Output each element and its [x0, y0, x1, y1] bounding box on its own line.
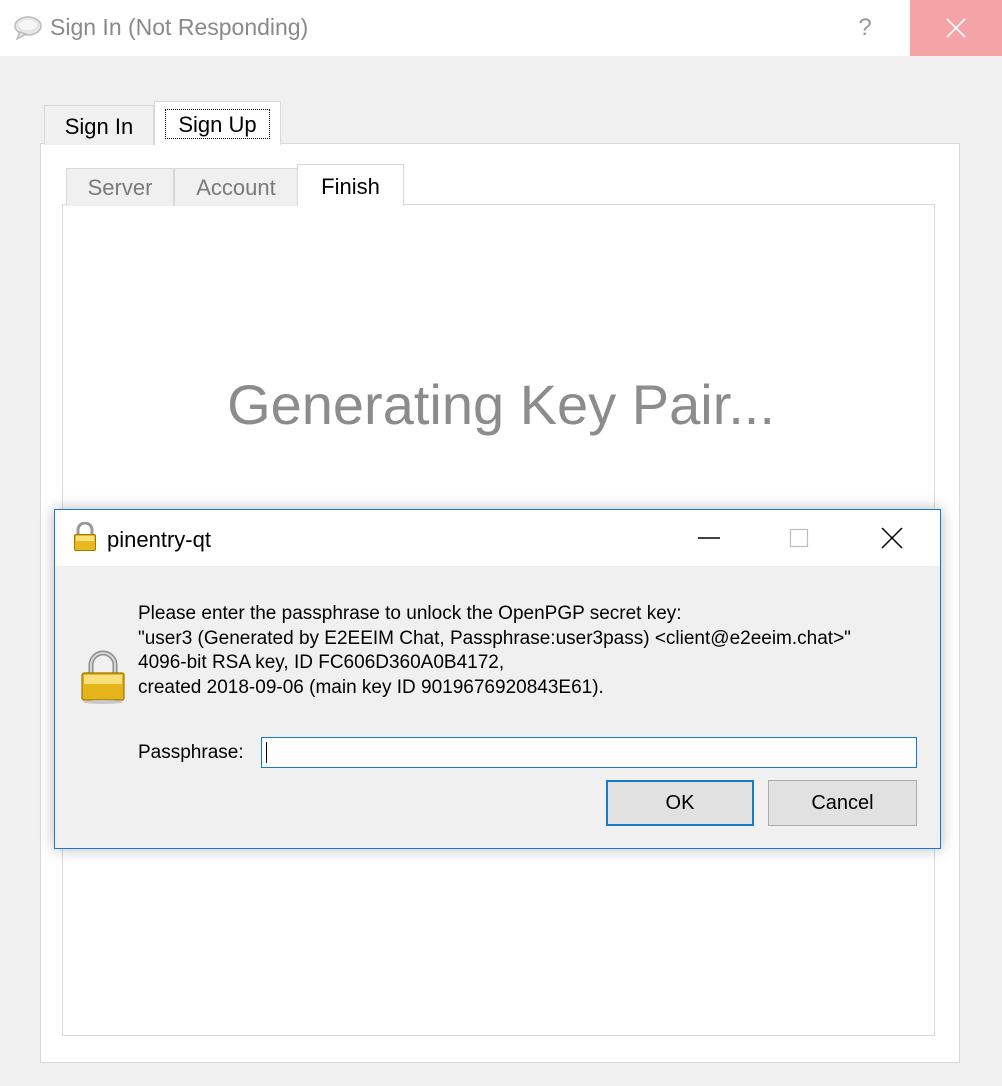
passphrase-input[interactable]	[261, 737, 917, 768]
close-icon	[946, 18, 966, 38]
passphrase-prompt-message: Please enter the passphrase to unlock th…	[138, 602, 851, 700]
tab-account[interactable]: Account	[174, 168, 298, 206]
ok-button[interactable]: OK	[606, 780, 754, 826]
help-button[interactable]: ?	[840, 0, 890, 56]
message-line: created 2018-09-06 (main key ID 90196769…	[138, 676, 604, 698]
dialog-title: pinentry-qt	[107, 527, 211, 552]
window-titlebar: Sign In (Not Responding) ?	[0, 0, 1002, 56]
generating-status-text: Generating Key Pair...	[227, 373, 775, 436]
close-icon	[881, 527, 903, 549]
chat-bubble-icon	[14, 16, 44, 41]
message-line: Please enter the passphrase to unlock th…	[138, 603, 682, 624]
tab-sign-in[interactable]: Sign In	[44, 105, 154, 145]
pinentry-dialog: pinentry-qt Please enter the passphrase …	[54, 509, 941, 849]
tab-sign-in-label: Sign In	[64, 114, 134, 139]
tab-server[interactable]: Server	[66, 168, 174, 206]
minimize-icon	[698, 537, 720, 539]
message-line: 4096-bit RSA key, ID FC606D360A0B4172,	[138, 652, 505, 673]
tab-finish[interactable]: Finish	[297, 164, 404, 206]
window-title: Sign In (Not Responding)	[50, 14, 309, 40]
maximize-button[interactable]	[759, 510, 839, 566]
tab-sign-up-label: Sign Up	[178, 112, 257, 137]
tab-sign-up[interactable]: Sign Up	[154, 101, 281, 145]
cancel-button[interactable]: Cancel	[768, 780, 917, 826]
minimize-button[interactable]	[669, 510, 749, 566]
dialog-titlebar: pinentry-qt	[55, 510, 940, 566]
passphrase-label: Passphrase:	[138, 742, 244, 763]
lock-icon	[73, 521, 97, 557]
message-line: "user3 (Generated by E2EEIM Chat, Passph…	[138, 627, 851, 649]
maximize-icon	[789, 528, 809, 548]
padlock-icon	[79, 650, 127, 709]
dialog-close-button[interactable]	[852, 510, 932, 566]
text-cursor	[266, 742, 267, 763]
window-close-button[interactable]	[910, 0, 1002, 56]
